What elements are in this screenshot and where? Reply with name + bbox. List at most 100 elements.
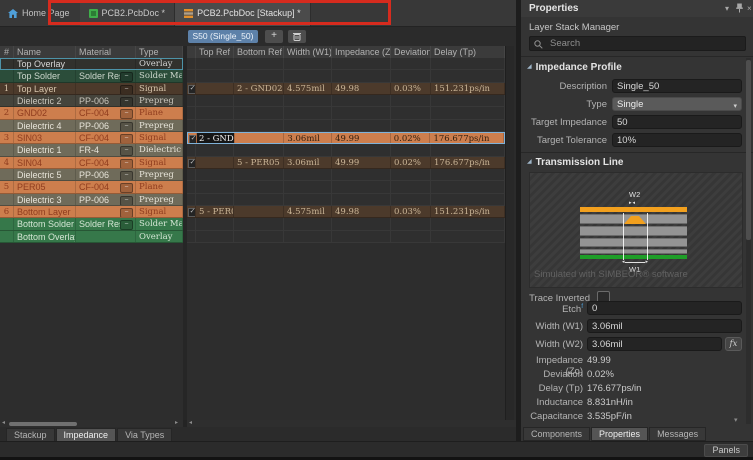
stackup-row[interactable]: 3SIN03CF-004‒Signal✓2 - GND023.06mil49.9… — [0, 132, 505, 144]
layer-type: Overlay — [136, 231, 183, 242]
readonly-field: Capacitance3.535pF/in — [521, 409, 753, 422]
panel-tab-messages[interactable]: Messages — [649, 427, 706, 441]
pin-icon[interactable] — [736, 3, 743, 13]
scroll-down-icon[interactable]: ▾ — [734, 416, 738, 424]
stackup-row[interactable]: Dielectric 3PP-006‒Prepreg — [0, 194, 505, 206]
stackup-row[interactable]: 2GND02CF-004‒Plane — [0, 107, 505, 119]
tab-pcbdoc[interactable]: PCB2.PcbDoc * — [80, 0, 176, 26]
target-tolerance-input[interactable]: 10% — [612, 133, 742, 147]
column-header: # — [0, 46, 14, 58]
panel-tab-components[interactable]: Components — [523, 427, 590, 441]
layer-name: Bottom Overlay — [14, 231, 76, 242]
layer-number: 1 — [0, 83, 14, 94]
enabled-checkbox[interactable]: ✓ — [188, 159, 196, 168]
material-picker-button[interactable]: ‒ — [120, 208, 133, 217]
material-picker-button[interactable]: ‒ — [120, 109, 133, 118]
table-horizontal-scrollbar[interactable]: ◂ ▸ ◂ — [0, 420, 516, 427]
bottom-plane-layer — [580, 255, 687, 259]
trash-icon — [293, 32, 301, 41]
material-picker-button[interactable]: ‒ — [120, 183, 133, 192]
material-picker-button[interactable]: ‒ — [120, 72, 133, 81]
layer-row-left: Top SolderSolder Resist‒Solder Mask — [0, 70, 183, 82]
deviation-cell: 0.02% — [391, 133, 431, 143]
material-picker-button[interactable]: ‒ — [120, 122, 133, 131]
panels-button[interactable]: Panels — [704, 444, 748, 457]
impedance-profile-button[interactable]: S50 (Single_50) — [188, 30, 258, 43]
layer-material: CF-004‒ — [76, 181, 136, 192]
scroll-left-icon[interactable]: ◂ — [2, 420, 5, 427]
scroll-left-icon-right-pane[interactable]: ◂ — [189, 420, 192, 427]
home-page-tab[interactable]: Home Page — [0, 0, 80, 26]
enabled-checkbox[interactable]: ✓ — [189, 135, 197, 143]
stackup-row[interactable]: Bottom SolderSolder Resist‒Solder Mask — [0, 218, 505, 230]
stackup-doc-icon — [184, 9, 193, 18]
etch-input[interactable]: 0 — [587, 301, 742, 315]
panel-scrollbar[interactable] — [746, 58, 751, 424]
top-ref-edit[interactable]: 2 - GND02 — [197, 133, 234, 143]
material-picker-button[interactable]: ‒ — [120, 146, 133, 155]
fx-formula-button[interactable]: fx — [725, 337, 742, 351]
tab-pcbdoc-stackup[interactable]: PCB2.PcbDoc [Stackup] * — [175, 0, 311, 26]
section-transmission-line[interactable]: ◢Transmission Line — [527, 157, 623, 168]
panel-tab-properties[interactable]: Properties — [591, 427, 648, 441]
stackup-row[interactable]: Dielectric 5PP-006‒Prepreg — [0, 169, 505, 181]
stackup-row[interactable]: 6Bottom Layer‒Signal✓5 - PER054.575mil49… — [0, 206, 505, 218]
search-input[interactable]: Search — [529, 36, 746, 51]
layer-material: PP-006‒ — [76, 169, 136, 180]
section-impedance-profile[interactable]: ◢Impedance Profile — [527, 62, 622, 73]
stackup-row[interactable]: 4SIN04CF-004‒Signal✓5 - PER053.06mil49.9… — [0, 157, 505, 169]
enabled-checkbox[interactable]: ✓ — [188, 208, 196, 217]
width-w1-input[interactable]: 3.06mil — [587, 319, 742, 333]
material-picker-button[interactable]: ‒ — [120, 171, 133, 180]
impedance-row[interactable]: ✓2 - GND024.575mil49.980.03%151.231ps/in — [187, 83, 505, 95]
close-icon[interactable]: × — [747, 4, 752, 13]
type-dropdown[interactable]: Single ▾ — [612, 97, 742, 111]
stackup-row[interactable]: Top SolderSolder Resist‒Solder Mask — [0, 70, 505, 82]
scroll-right-icon[interactable]: ▸ — [175, 420, 178, 427]
stackup-row[interactable]: 1Top Layer‒Signal✓2 - GND024.575mil49.98… — [0, 83, 505, 95]
material-picker-button[interactable]: ‒ — [120, 134, 133, 143]
top-ref-cell — [196, 83, 234, 94]
description-input[interactable]: Single_50 — [612, 79, 742, 93]
impedance-row[interactable]: ✓5 - PER053.06mil49.990.02%176.677ps/in — [187, 157, 505, 169]
view-tab-via-types[interactable]: Via Types — [117, 428, 172, 442]
material-picker-button[interactable]: ‒ — [120, 85, 133, 94]
table-vertical-scrollbar[interactable] — [505, 46, 514, 420]
panel-scrollbar-thumb[interactable] — [746, 60, 751, 240]
material-picker-button[interactable]: ‒ — [120, 196, 133, 205]
layer-material: PP-006‒ — [76, 95, 136, 106]
home-icon — [8, 9, 18, 18]
add-profile-button[interactable]: + — [265, 30, 283, 43]
deviation-cell: 0.02% — [391, 157, 431, 168]
impedance-row[interactable]: ✓5 - PER054.575mil49.980.03%151.231ps/in — [187, 206, 505, 218]
stackup-row[interactable]: Dielectric 1FR-4‒Dielectric — [0, 144, 505, 156]
impedance-row[interactable]: ✓2 - GND023.06mil49.990.02%176.677ps/in — [187, 132, 505, 144]
delay-cell: 151.231ps/in — [431, 83, 505, 94]
delete-profile-button[interactable] — [288, 30, 306, 43]
stackup-row[interactable]: 5PER05CF-004‒Plane — [0, 181, 505, 193]
stackup-row[interactable]: Bottom Overlay Overlay — [0, 231, 505, 243]
properties-panel-title: Properties — [529, 3, 578, 14]
dielectric-layer-2 — [580, 226, 687, 236]
layer-name: Dielectric 2 — [14, 95, 76, 106]
width-w2-input[interactable]: 3.06mil — [587, 337, 722, 351]
view-tab-impedance[interactable]: Impedance — [56, 428, 117, 442]
view-tab-stackup[interactable]: Stackup — [6, 428, 55, 442]
enabled-checkbox[interactable]: ✓ — [188, 85, 196, 94]
properties-panel: Properties ▾ × Layer Stack Manager Searc… — [521, 0, 753, 441]
stackup-row[interactable]: Dielectric 2PP-006‒Prepreg — [0, 95, 505, 107]
material-picker-button[interactable]: ‒ — [120, 220, 133, 229]
panel-menu-icon[interactable]: ▾ — [725, 4, 729, 13]
target-impedance-input[interactable]: 50 — [612, 115, 742, 129]
material-picker-button[interactable]: ‒ — [120, 97, 133, 106]
stackup-row[interactable]: Dielectric 4PP-006‒Prepreg — [0, 120, 505, 132]
scrollbar-thumb[interactable] — [9, 422, 77, 426]
width-cell: 4.575mil — [284, 206, 332, 217]
layer-material — [76, 58, 136, 69]
target-tolerance-label: Target Tolerance — [521, 133, 607, 146]
readonly-value: 176.677ps/in — [587, 381, 641, 394]
material-picker-button[interactable]: ‒ — [120, 159, 133, 168]
layer-material: PP-006‒ — [76, 194, 136, 205]
collapse-icon: ◢ — [527, 159, 532, 165]
stackup-row[interactable]: Top OverlayOverlay — [0, 58, 505, 70]
